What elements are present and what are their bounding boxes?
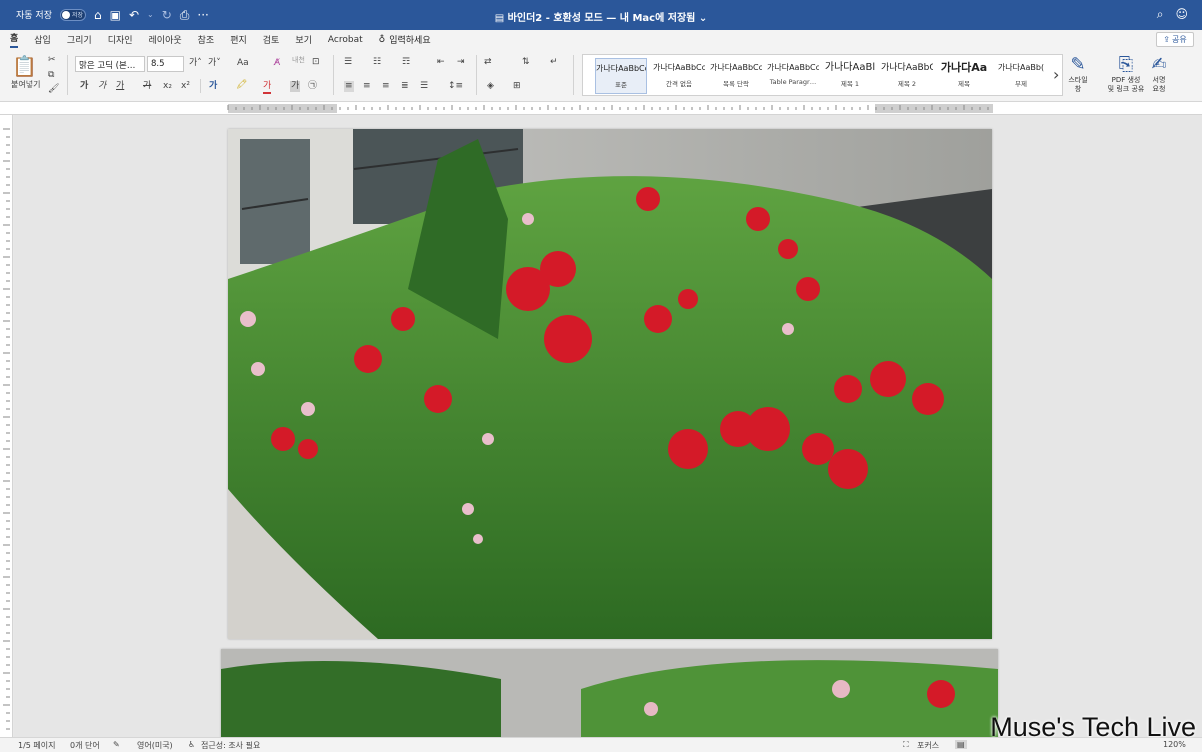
bold-button[interactable]: 가 <box>80 81 88 92</box>
request-signature-button[interactable]: ✍ 서명 요청 <box>1148 54 1170 94</box>
change-case-button[interactable]: Aa <box>237 58 249 69</box>
vruler-ticks <box>3 128 10 730</box>
italic-button[interactable]: 가 <box>98 81 106 92</box>
borders-icon[interactable]: ⊞ <box>513 81 521 92</box>
asian-layout-icon[interactable]: ⇄ <box>484 57 492 68</box>
copy-icon[interactable]: ⧉ <box>48 70 54 81</box>
style-table-paragraph[interactable]: 가나다AaBbCc Table Paragr… <box>767 58 819 94</box>
distribute-icon[interactable]: ☰ <box>420 81 428 92</box>
justify-icon[interactable]: ≣ <box>401 81 409 92</box>
share-button[interactable]: ⇪ 공유 <box>1156 32 1194 47</box>
proofing-icon[interactable]: ✎ <box>113 740 120 749</box>
grow-font-button[interactable]: 가˄ <box>189 58 202 69</box>
paste-icon[interactable]: 📋 <box>12 55 37 77</box>
underline-button[interactable]: 가 <box>116 81 124 92</box>
align-left-icon[interactable]: ≡ <box>344 81 354 92</box>
rose-garden-photo <box>228 129 992 639</box>
account-icon[interactable]: ☺ <box>1175 7 1188 22</box>
accessibility-icon[interactable]: ♿ <box>188 740 195 749</box>
numbering-icon[interactable]: ☷ <box>373 57 381 68</box>
style-title[interactable]: 가나다Aa 제목 <box>938 58 990 94</box>
share-icon: ⇪ <box>1163 35 1170 44</box>
signature-icon: ✍ <box>1151 54 1167 75</box>
format-painter-icon[interactable]: 🖌 <box>48 84 59 95</box>
multilevel-list-icon[interactable]: ☶ <box>402 57 410 68</box>
styles-pane-icon: ✎ <box>1070 54 1086 75</box>
tab-mailings[interactable]: 편지 <box>230 33 247 46</box>
tab-insert[interactable]: 삽입 <box>34 33 51 46</box>
highlight-icon[interactable]: 🖍 <box>236 80 247 91</box>
document-title[interactable]: ▤ 바인더2 - 호환성 모드 — 내 Mac에 저장됨 ⌄ <box>0 9 1202 24</box>
word-count[interactable]: 0개 단어 <box>70 740 100 751</box>
char-border-icon[interactable]: ⊡ <box>312 57 320 68</box>
subscript-button[interactable]: x₂ <box>163 81 172 92</box>
accessibility-status[interactable]: 접근성: 조사 필요 <box>201 740 260 751</box>
page-count[interactable]: 1/5 페이지 <box>18 740 56 751</box>
phonetic-guide-icon[interactable]: 내천 <box>292 55 305 66</box>
clear-format-icon[interactable]: A̸ <box>274 58 280 69</box>
styles-pane-button[interactable]: ✎ 스타일 창 <box>1066 54 1090 94</box>
tab-acrobat[interactable]: Acrobat <box>328 35 363 45</box>
style-heading-1[interactable]: 가나다AaBl 제목 1 <box>824 58 876 94</box>
style-no-spacing[interactable]: 가나다AaBbCc 간격 없음 <box>653 58 705 94</box>
strikethrough-button[interactable]: 가 <box>143 81 151 92</box>
ruler-ticks <box>227 105 989 110</box>
styles-gallery: 가나다AaBbCc 표준 가나다AaBbCc 간격 없음 가나다AaBbCc 목록 단… <box>582 54 1063 96</box>
align-right-icon[interactable]: ≡ <box>382 81 390 92</box>
search-icon[interactable]: ⌕ <box>1157 7 1164 22</box>
page-2[interactable] <box>221 649 998 737</box>
align-center-icon[interactable]: ≡ <box>363 81 371 92</box>
font-size-select[interactable]: 8.5 <box>147 56 184 72</box>
superscript-button[interactable]: x² <box>181 81 190 92</box>
create-pdf-button[interactable]: ⎘ PDF 생성 및 링크 공유 <box>1104 54 1148 94</box>
ribbon-tabs: 홈 삽입 그리기 디자인 레이아웃 참조 편지 검토 보기 Acrobat ♁ … <box>0 30 1202 49</box>
print-layout-icon[interactable]: ▤ <box>955 740 967 749</box>
horizontal-ruler[interactable] <box>0 102 1202 115</box>
tab-layout[interactable]: 레이아웃 <box>149 33 182 46</box>
tab-draw[interactable]: 그리기 <box>67 33 92 46</box>
char-shading-button[interactable]: 가 <box>290 81 301 92</box>
sort-icon[interactable]: ⇅ <box>522 57 530 68</box>
line-spacing-icon[interactable]: ↕≡ <box>448 81 463 92</box>
rose-garden-photo-2 <box>221 649 998 737</box>
paste-button[interactable]: 붙여넣기 <box>11 79 40 90</box>
tab-design[interactable]: 디자인 <box>108 33 133 46</box>
style-list-paragraph[interactable]: 가나다AaBbCc 목록 단락 <box>710 58 762 94</box>
increase-indent-icon[interactable]: ⇥ <box>457 57 465 68</box>
tab-view[interactable]: 보기 <box>295 33 312 46</box>
styles-more-icon[interactable]: › <box>1053 67 1059 83</box>
title-bar: 자동 저장 저장 ⌂ ▣ ↶ ⌄ ↻ ⎙ ··· ▤ 바인더2 - 호환성 모드… <box>0 0 1202 30</box>
style-heading-2[interactable]: 가나다AaBbC 제목 2 <box>881 58 933 94</box>
font-name-select[interactable]: 맑은 고딕 (본… <box>75 56 145 72</box>
focus-icon[interactable]: ⛶ <box>903 740 909 750</box>
shrink-font-button[interactable]: 가˅ <box>208 58 221 69</box>
text-effects-button[interactable]: 가 <box>209 81 217 92</box>
document-canvas[interactable] <box>14 115 1202 737</box>
enclose-char-button[interactable]: ㉠ <box>308 81 317 92</box>
focus-button[interactable]: 포커스 <box>917 740 939 751</box>
show-marks-icon[interactable]: ↵ <box>550 57 558 68</box>
style-subtitle[interactable]: 가나다AaBb(부제 <box>995 58 1047 94</box>
tab-references[interactable]: 참조 <box>198 33 215 46</box>
channel-watermark: Muse's Tech Live <box>990 712 1196 742</box>
lightbulb-icon: ♁ <box>378 34 386 45</box>
style-normal[interactable]: 가나다AaBbCc 표준 <box>595 58 647 94</box>
word-doc-icon: ▤ <box>494 13 508 24</box>
language-status[interactable]: 영어(미국) <box>137 740 173 751</box>
tab-home[interactable]: 홈 <box>10 31 19 48</box>
font-color-button[interactable]: 가 <box>263 81 272 94</box>
cut-icon[interactable]: ✂ <box>48 55 56 66</box>
tab-review[interactable]: 검토 <box>263 33 280 46</box>
pdf-icon: ⎘ <box>1118 54 1134 75</box>
vertical-ruler[interactable] <box>0 115 13 737</box>
page-1[interactable] <box>228 129 992 639</box>
bullets-icon[interactable]: ☰ <box>344 57 352 68</box>
tell-me-input[interactable]: 입력하세요 <box>389 33 430 46</box>
decrease-indent-icon[interactable]: ⇤ <box>437 57 445 68</box>
shading-icon[interactable]: ◈ <box>487 81 494 92</box>
